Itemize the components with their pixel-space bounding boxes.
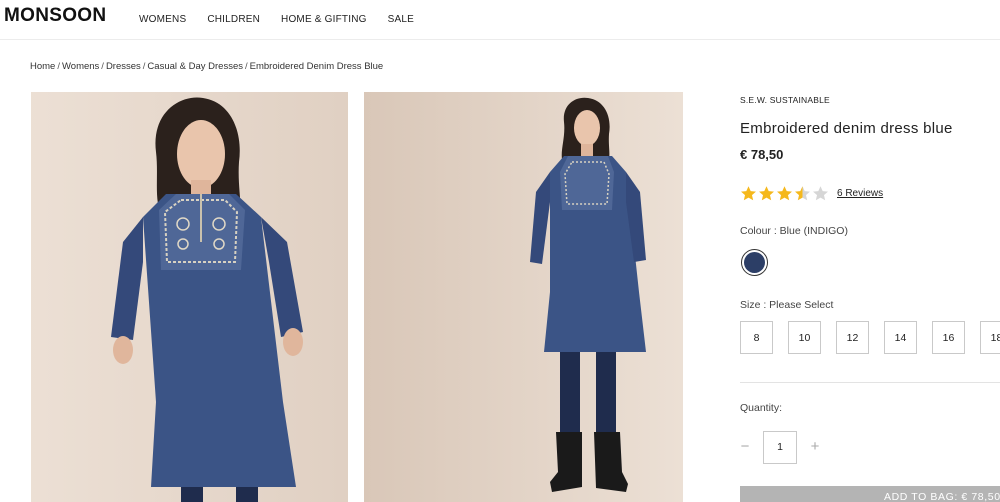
colour-swatch-blue-indigo[interactable] <box>741 249 768 276</box>
size-option-14[interactable]: 14 <box>884 321 917 354</box>
size-label: Size : Please Select <box>740 299 834 311</box>
size-option-18[interactable]: 18 <box>980 321 1000 354</box>
nav-item-home-gifting[interactable]: HOME & GIFTING <box>281 14 367 25</box>
main-nav: WOMENS CHILDREN HOME & GIFTING SALE <box>139 14 435 25</box>
sustainable-tag: S.E.W. SUSTAINABLE <box>740 95 830 105</box>
breadcrumb: Home / Womens / Dresses / Casual & Day Dresses… <box>30 61 384 72</box>
star-icon <box>759 186 774 201</box>
swatch-color <box>744 252 765 273</box>
star-empty-icon <box>813 186 828 201</box>
size-option-16[interactable]: 16 <box>932 321 965 354</box>
reviews-link[interactable]: 6 Reviews <box>837 188 883 199</box>
quantity-increase-button[interactable]: + <box>808 437 822 457</box>
star-icon <box>777 186 792 201</box>
add-to-bag-label: ADD TO BAG: € 78,50 <box>884 491 1000 502</box>
quantity-label: Quantity: <box>740 402 783 414</box>
colour-label: Colour : Blue (INDIGO) <box>740 225 848 237</box>
size-options: 8 10 12 14 16 18 <box>740 321 1000 354</box>
divider <box>740 382 1000 383</box>
nav-item-womens[interactable]: WOMENS <box>139 14 186 25</box>
star-icon <box>741 186 756 201</box>
model-full-illustration <box>364 92 683 502</box>
product-image-full-length[interactable] <box>364 92 683 502</box>
nav-item-children[interactable]: CHILDREN <box>207 14 260 25</box>
rating-row: 6 Reviews <box>740 185 883 202</box>
breadcrumb-dresses[interactable]: Dresses <box>106 61 141 72</box>
add-to-bag-button[interactable]: ADD TO BAG: € 78,50 <box>740 486 1000 502</box>
breadcrumb-home[interactable]: Home <box>30 61 55 72</box>
size-option-10[interactable]: 10 <box>788 321 821 354</box>
quantity-decrease-button[interactable]: − <box>738 437 752 457</box>
nav-item-sale[interactable]: SALE <box>388 14 414 25</box>
product-image-front[interactable] <box>31 92 348 502</box>
product-price: € 78,50 <box>740 147 784 162</box>
monsoon-logo[interactable]: MONSOON <box>4 5 106 27</box>
product-title: Embroidered denim dress blue <box>740 120 953 137</box>
breadcrumb-womens[interactable]: Womens <box>62 61 99 72</box>
size-option-8[interactable]: 8 <box>740 321 773 354</box>
star-half-icon <box>795 186 810 201</box>
site-header: MONSOON WOMENS CHILDREN HOME & GIFTING S… <box>0 0 1000 40</box>
quantity-input[interactable]: 1 <box>763 431 797 464</box>
breadcrumb-casual-day-dresses[interactable]: Casual & Day Dresses <box>147 61 243 72</box>
size-option-12[interactable]: 12 <box>836 321 869 354</box>
breadcrumb-current: Embroidered Denim Dress Blue <box>249 61 384 72</box>
model-front-illustration <box>31 92 348 502</box>
